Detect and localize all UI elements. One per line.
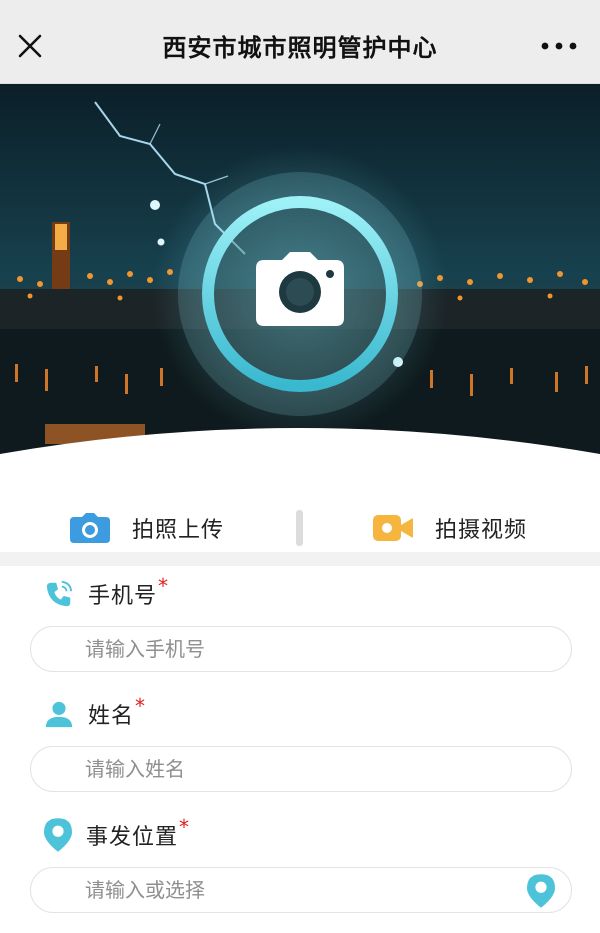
video-camera-icon <box>373 515 413 541</box>
name-field[interactable] <box>30 746 572 792</box>
phone-label: 手机号 <box>88 584 158 609</box>
media-actions: 拍照上传 拍摄视频 <box>0 506 600 550</box>
upload-title: 拍照上传 <box>253 444 346 469</box>
hero-banner: 拍照上传 （最多2张，每张最大5M） <box>0 84 600 506</box>
take-photo-label: 拍照上传 <box>132 518 225 543</box>
phone-icon <box>46 580 73 607</box>
camera-icon <box>70 513 110 543</box>
required-mark: * <box>158 574 169 598</box>
user-icon <box>45 701 73 728</box>
name-input[interactable] <box>85 747 515 791</box>
location-input[interactable] <box>85 868 515 912</box>
name-label-row: 姓名 * <box>44 694 145 730</box>
more-icon[interactable] <box>536 26 582 66</box>
phone-field[interactable] <box>30 626 572 672</box>
phone-input[interactable] <box>85 627 515 671</box>
top-bar: 西安市城市照明管护中心 <box>0 0 600 84</box>
location-label-row: 事发位置 * <box>44 815 190 852</box>
action-divider <box>296 510 303 546</box>
phone-label-row: 手机号 * <box>44 574 168 610</box>
required-mark: * <box>179 815 190 839</box>
location-label: 事发位置 <box>86 825 179 850</box>
close-icon[interactable] <box>10 26 50 66</box>
take-photo-button[interactable]: 拍照上传 <box>70 506 224 550</box>
location-field[interactable] <box>30 867 572 913</box>
location-pin-icon <box>44 818 72 852</box>
required-mark: * <box>135 694 146 718</box>
upload-limit-hint: （最多2张，每张最大5M） <box>208 472 392 490</box>
page-title: 西安市城市照明管护中心 <box>162 34 438 62</box>
camera-icon[interactable] <box>256 252 344 326</box>
record-video-button[interactable]: 拍摄视频 <box>373 506 527 550</box>
location-pin-icon[interactable] <box>527 874 555 908</box>
section-separator <box>0 552 600 566</box>
record-video-label: 拍摄视频 <box>435 518 528 543</box>
name-label: 姓名 <box>88 704 135 729</box>
